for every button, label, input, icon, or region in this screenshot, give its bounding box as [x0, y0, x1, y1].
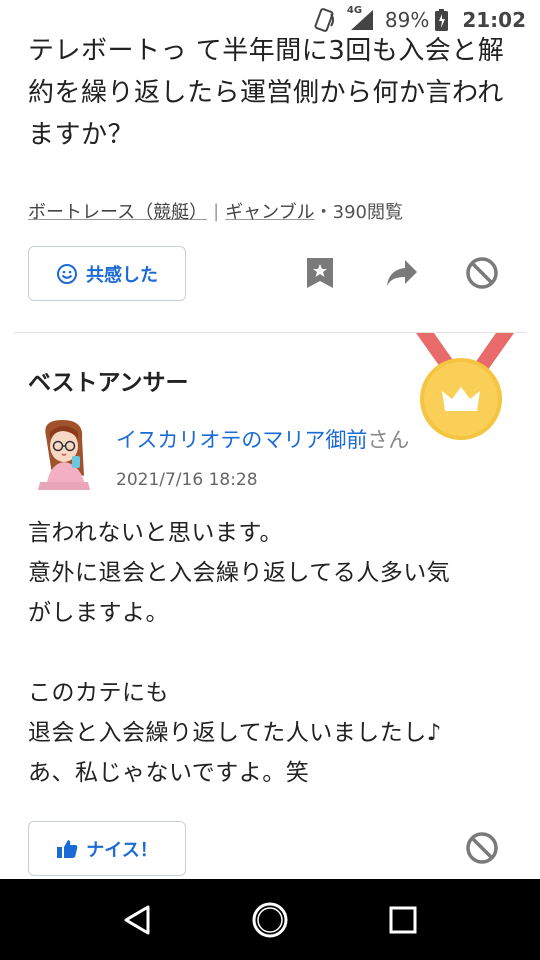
answer-body: 言われないと思います。 意外に退会と入会繰り返してる人多い気 がしますよ。 この…: [28, 513, 523, 793]
view-count: ・390閲覧: [314, 202, 404, 223]
empathy-button[interactable]: 共感した: [28, 246, 186, 301]
honorific: さん: [367, 428, 410, 452]
best-answer-heading: ベストアンサー: [28, 370, 189, 396]
answer-line: 言われないと思います。: [28, 520, 284, 546]
answerer-name-text[interactable]: イスカリオテのマリア御前: [116, 428, 367, 452]
recents-icon[interactable]: [373, 890, 433, 950]
bookmark-icon[interactable]: [300, 253, 340, 293]
back-icon[interactable]: [107, 890, 167, 950]
question-line: ますか？: [28, 120, 135, 150]
battery-icon: [435, 9, 449, 31]
answerer-name[interactable]: イスカリオテのマリア御前さん: [116, 424, 409, 454]
answer-line: がしますよ。: [28, 600, 169, 626]
question-line: テレボートっ て半年間に3回も入会と解: [28, 36, 505, 66]
question-line: 約を繰り返したら運営側から何か言われ: [28, 78, 504, 108]
nfc-icon: [313, 8, 339, 32]
nice-button[interactable]: ナイス！: [28, 821, 186, 876]
nice-label: ナイス！: [86, 839, 158, 861]
answer-line: 意外に退会と入会繰り返してる人多い気: [28, 560, 451, 586]
question-meta: ボートレース（競艇） | ギャンブル ・390閲覧: [28, 198, 403, 224]
category-link-gamble[interactable]: ギャンブル: [225, 198, 314, 224]
answer-date: 2021/7/16 18:28: [116, 470, 258, 490]
answer-line: [28, 633, 523, 673]
signal-icon: 4G: [347, 5, 375, 31]
network-type-label: 4G: [346, 5, 363, 16]
answer-line: あ、私じゃないですよ。笑: [28, 760, 310, 786]
avatar[interactable]: [32, 416, 96, 490]
block-icon[interactable]: [462, 828, 502, 868]
thumbs-up-icon: [56, 839, 78, 859]
battery-percent: 89%: [384, 8, 430, 32]
home-icon[interactable]: [240, 890, 300, 950]
crown-medal-icon: [412, 333, 518, 441]
smile-icon: [56, 263, 78, 285]
share-icon[interactable]: [382, 253, 422, 293]
category-link-boatrace[interactable]: ボートレース（競艇）: [28, 198, 207, 224]
category-separator: |: [213, 200, 220, 222]
answer-line: 退会と入会繰り返してた人いましたし♪: [28, 720, 442, 746]
block-icon[interactable]: [462, 253, 502, 293]
question-text: テレボートっ て半年間に3回も入会と解 約を繰り返したら運営側から何か言われ ま…: [28, 30, 518, 156]
navigation-bar: [0, 879, 540, 960]
empathy-label: 共感した: [86, 264, 158, 286]
answer-line: このカテにも: [28, 680, 169, 706]
clock: 21:02: [462, 8, 526, 32]
